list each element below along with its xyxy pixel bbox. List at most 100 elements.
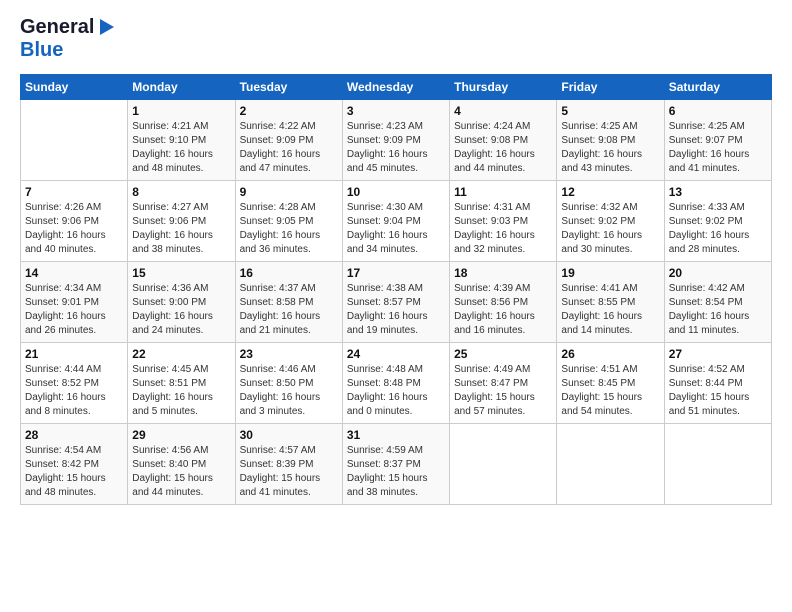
day-number: 14 <box>25 266 123 280</box>
day-info: Sunrise: 4:25 AMSunset: 9:07 PMDaylight:… <box>669 120 767 176</box>
main-container: General Blue SundayMondayTuesdayWednesda… <box>0 0 792 515</box>
calendar-day-cell: 1 Sunrise: 4:21 AMSunset: 9:10 PMDaylight… <box>128 100 235 181</box>
calendar-day-cell: 10Sunrise: 4:30 AMSunset: 9:04 PMDayligh… <box>342 181 449 262</box>
calendar-day-cell <box>664 424 771 505</box>
day-number: 16 <box>240 266 338 280</box>
calendar-day-cell: 24 Sunrise: 4:48 AMSunset: 8:48 PMDayligh… <box>342 343 449 424</box>
calendar-day-cell: 27 Sunrise: 4:52 AMSunset: 8:44 PMDayligh… <box>664 343 771 424</box>
day-info: Sunrise: 4:48 AMSunset: 8:48 PMDaylight:… <box>347 363 445 419</box>
day-info: Sunrise: 4:26 AMSunset: 9:06 PMDaylight:… <box>25 201 123 257</box>
day-number: 19 <box>561 266 659 280</box>
day-info: Sunrise: 4:24 AMSunset: 9:08 PMDaylight:… <box>454 120 552 176</box>
day-info: Sunrise: 4:22 AMSunset: 9:09 PMDaylight:… <box>240 120 338 176</box>
day-info: Sunrise: 4:41 AMSunset: 8:55 PMDaylight:… <box>561 282 659 338</box>
day-info: Sunrise: 4:36 AMSunset: 9:00 PMDaylight:… <box>132 282 230 338</box>
day-info: Sunrise: 4:32 AMSunset: 9:02 PMDaylight:… <box>561 201 659 257</box>
day-info: Sunrise: 4:31 AMSunset: 9:03 PMDaylight:… <box>454 201 552 257</box>
calendar-day-cell: 4 Sunrise: 4:24 AMSunset: 9:08 PMDaylight… <box>450 100 557 181</box>
day-info: Sunrise: 4:42 AMSunset: 8:54 PMDaylight:… <box>669 282 767 338</box>
day-number: 5 <box>561 104 659 118</box>
calendar-day-cell: 3 Sunrise: 4:23 AMSunset: 9:09 PMDaylight… <box>342 100 449 181</box>
calendar-day-cell: 14 Sunrise: 4:34 AMSunset: 9:01 PMDayligh… <box>21 262 128 343</box>
calendar-day-cell: 7 Sunrise: 4:26 AMSunset: 9:06 PMDaylight… <box>21 181 128 262</box>
header: General Blue <box>20 16 772 62</box>
calendar-table: SundayMondayTuesdayWednesdayThursdayFrid… <box>20 74 772 505</box>
weekday-header-row: SundayMondayTuesdayWednesdayThursdayFrid… <box>21 75 772 100</box>
day-info: Sunrise: 4:21 AMSunset: 9:10 PMDaylight:… <box>132 120 230 176</box>
weekday-header: Tuesday <box>235 75 342 100</box>
day-info: Sunrise: 4:46 AMSunset: 8:50 PMDaylight:… <box>240 363 338 419</box>
day-number: 18 <box>454 266 552 280</box>
day-number: 1 <box>132 104 230 118</box>
weekday-header: Monday <box>128 75 235 100</box>
day-info: Sunrise: 4:28 AMSunset: 9:05 PMDaylight:… <box>240 201 338 257</box>
day-info: Sunrise: 4:34 AMSunset: 9:01 PMDaylight:… <box>25 282 123 338</box>
calendar-week-row: 14 Sunrise: 4:34 AMSunset: 9:01 PMDayligh… <box>21 262 772 343</box>
calendar-day-cell: 31 Sunrise: 4:59 AMSunset: 8:37 PMDayligh… <box>342 424 449 505</box>
calendar-day-cell: 15Sunrise: 4:36 AMSunset: 9:00 PMDayligh… <box>128 262 235 343</box>
calendar-day-cell: 11 Sunrise: 4:31 AMSunset: 9:03 PMDayligh… <box>450 181 557 262</box>
day-info: Sunrise: 4:52 AMSunset: 8:44 PMDaylight:… <box>669 363 767 419</box>
calendar-day-cell: 8Sunrise: 4:27 AMSunset: 9:06 PMDaylight… <box>128 181 235 262</box>
day-number: 13 <box>669 185 767 199</box>
calendar-day-cell: 9 Sunrise: 4:28 AMSunset: 9:05 PMDaylight… <box>235 181 342 262</box>
calendar-week-row: 1 Sunrise: 4:21 AMSunset: 9:10 PMDaylight… <box>21 100 772 181</box>
day-info: Sunrise: 4:56 AMSunset: 8:40 PMDaylight:… <box>132 444 230 500</box>
day-info: Sunrise: 4:30 AMSunset: 9:04 PMDaylight:… <box>347 201 445 257</box>
weekday-header: Saturday <box>664 75 771 100</box>
day-info: Sunrise: 4:59 AMSunset: 8:37 PMDaylight:… <box>347 444 445 500</box>
logo-general: General <box>20 16 94 39</box>
logo: General Blue <box>20 16 114 62</box>
day-number: 2 <box>240 104 338 118</box>
day-info: Sunrise: 4:25 AMSunset: 9:08 PMDaylight:… <box>561 120 659 176</box>
day-number: 8 <box>132 185 230 199</box>
calendar-day-cell: 21 Sunrise: 4:44 AMSunset: 8:52 PMDayligh… <box>21 343 128 424</box>
day-number: 11 <box>454 185 552 199</box>
calendar-day-cell: 17 Sunrise: 4:38 AMSunset: 8:57 PMDayligh… <box>342 262 449 343</box>
calendar-day-cell: 25Sunrise: 4:49 AMSunset: 8:47 PMDayligh… <box>450 343 557 424</box>
day-info: Sunrise: 4:57 AMSunset: 8:39 PMDaylight:… <box>240 444 338 500</box>
logo-blue-row: Blue <box>20 39 63 62</box>
calendar-day-cell: 23 Sunrise: 4:46 AMSunset: 8:50 PMDayligh… <box>235 343 342 424</box>
day-number: 30 <box>240 428 338 442</box>
day-number: 17 <box>347 266 445 280</box>
day-number: 24 <box>347 347 445 361</box>
day-number: 3 <box>347 104 445 118</box>
day-number: 20 <box>669 266 767 280</box>
calendar-day-cell: 5 Sunrise: 4:25 AMSunset: 9:08 PMDaylight… <box>557 100 664 181</box>
weekday-header: Wednesday <box>342 75 449 100</box>
calendar-day-cell: 12 Sunrise: 4:32 AMSunset: 9:02 PMDayligh… <box>557 181 664 262</box>
calendar-week-row: 7 Sunrise: 4:26 AMSunset: 9:06 PMDaylight… <box>21 181 772 262</box>
calendar-week-row: 21 Sunrise: 4:44 AMSunset: 8:52 PMDayligh… <box>21 343 772 424</box>
day-number: 7 <box>25 185 123 199</box>
weekday-header: Friday <box>557 75 664 100</box>
day-number: 22 <box>132 347 230 361</box>
day-info: Sunrise: 4:38 AMSunset: 8:57 PMDaylight:… <box>347 282 445 338</box>
day-number: 26 <box>561 347 659 361</box>
logo-text-row: General <box>20 16 114 39</box>
day-info: Sunrise: 4:44 AMSunset: 8:52 PMDaylight:… <box>25 363 123 419</box>
calendar-day-cell: 28Sunrise: 4:54 AMSunset: 8:42 PMDayligh… <box>21 424 128 505</box>
calendar-day-cell: 19 Sunrise: 4:41 AMSunset: 8:55 PMDayligh… <box>557 262 664 343</box>
logo-blue: Blue <box>20 39 63 62</box>
day-info: Sunrise: 4:49 AMSunset: 8:47 PMDaylight:… <box>454 363 552 419</box>
day-info: Sunrise: 4:51 AMSunset: 8:45 PMDaylight:… <box>561 363 659 419</box>
calendar-day-cell <box>450 424 557 505</box>
weekday-header: Sunday <box>21 75 128 100</box>
day-number: 4 <box>454 104 552 118</box>
day-info: Sunrise: 4:39 AMSunset: 8:56 PMDaylight:… <box>454 282 552 338</box>
day-number: 31 <box>347 428 445 442</box>
day-number: 9 <box>240 185 338 199</box>
day-number: 12 <box>561 185 659 199</box>
calendar-day-cell: 13Sunrise: 4:33 AMSunset: 9:02 PMDayligh… <box>664 181 771 262</box>
day-info: Sunrise: 4:23 AMSunset: 9:09 PMDaylight:… <box>347 120 445 176</box>
day-number: 27 <box>669 347 767 361</box>
day-number: 29 <box>132 428 230 442</box>
calendar-day-cell <box>557 424 664 505</box>
calendar-day-cell <box>21 100 128 181</box>
day-number: 21 <box>25 347 123 361</box>
day-number: 23 <box>240 347 338 361</box>
calendar-day-cell: 26 Sunrise: 4:51 AMSunset: 8:45 PMDayligh… <box>557 343 664 424</box>
day-info: Sunrise: 4:37 AMSunset: 8:58 PMDaylight:… <box>240 282 338 338</box>
day-info: Sunrise: 4:54 AMSunset: 8:42 PMDaylight:… <box>25 444 123 500</box>
